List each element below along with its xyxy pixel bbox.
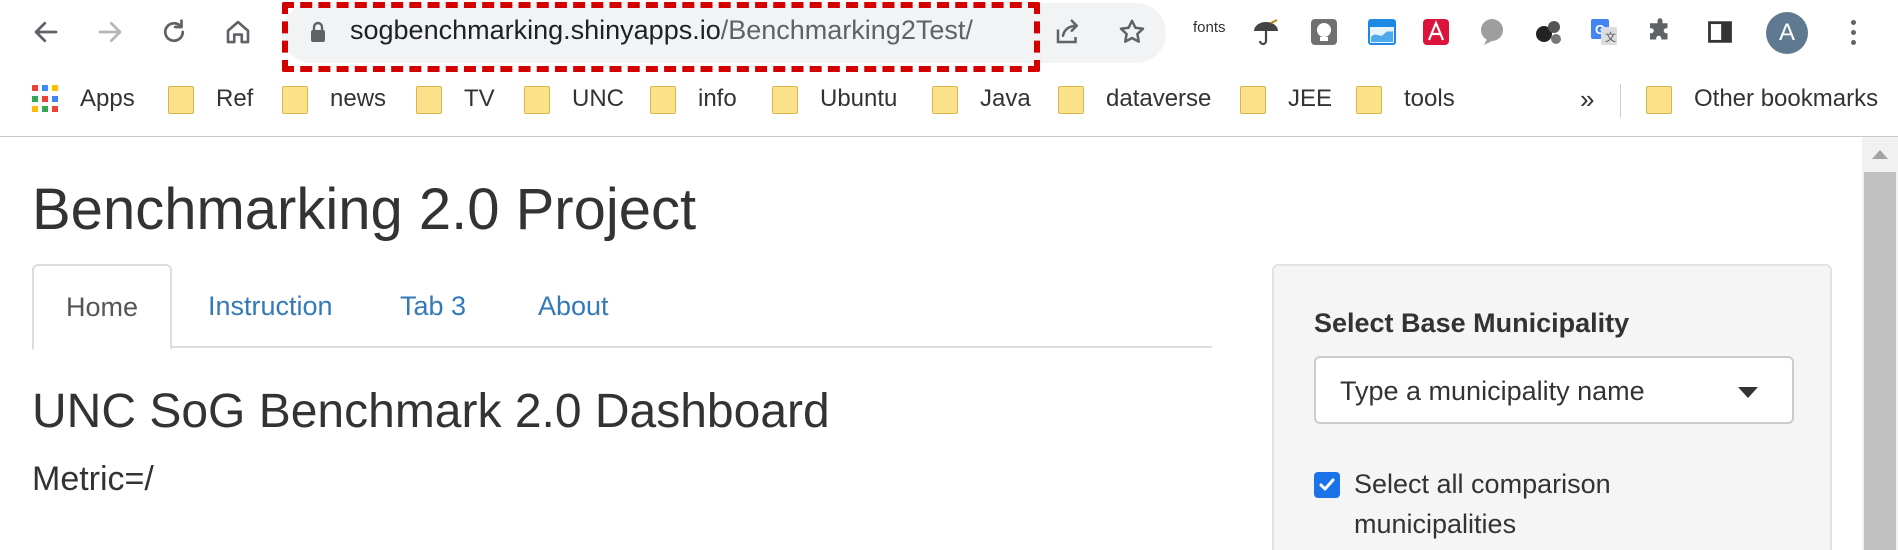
bookmark-star-icon[interactable]: [1114, 14, 1150, 50]
bookmark-label: news: [330, 85, 387, 112]
chrome-divider: [0, 136, 1898, 137]
folder-icon: [772, 86, 798, 114]
folder-icon: [1240, 86, 1266, 114]
bookmark-folder[interactable]: JEE: [1240, 82, 1332, 116]
molecule-extension-icon[interactable]: [1530, 14, 1566, 50]
chevron-down-icon: [1738, 387, 1758, 398]
reload-icon[interactable]: [154, 12, 194, 52]
folder-icon: [1356, 86, 1382, 114]
bookmark-label: Ubuntu: [820, 85, 898, 112]
folder-icon: [650, 86, 676, 114]
bookmark-label: Apps: [80, 85, 135, 112]
bookmark-folder[interactable]: news: [282, 82, 386, 116]
tab-about[interactable]: About: [506, 264, 641, 348]
scrollbar-thumb[interactable]: [1864, 172, 1896, 550]
tab-home[interactable]: Home: [32, 264, 173, 350]
home-icon[interactable]: [218, 12, 258, 52]
bookmark-label: JEE: [1288, 85, 1333, 112]
bookmark-label: UNC: [572, 85, 624, 112]
page-title: Benchmarking 2.0 Project: [32, 177, 697, 242]
annotation-highlight-box: [282, 2, 1040, 72]
back-arrow-icon[interactable]: [26, 12, 66, 52]
bookmark-folder[interactable]: Ref: [168, 82, 253, 116]
select-all-checkbox[interactable]: [1314, 472, 1340, 498]
side-panel-icon[interactable]: [1702, 14, 1738, 50]
more-bookmarks-chevron-icon[interactable]: »: [1580, 84, 1594, 115]
window-extension-icon[interactable]: [1364, 14, 1400, 50]
bookmarks-bar: Apps Ref news TV UNC info Ubuntu Java da…: [0, 74, 1898, 124]
speech-bubble-extension-icon[interactable]: [1474, 14, 1510, 50]
bookmark-label: TV: [464, 85, 495, 112]
bookmark-label: Ref: [216, 85, 254, 112]
bookmark-apps[interactable]: Apps: [32, 82, 135, 116]
bookmark-label: Other bookmarks: [1694, 85, 1879, 112]
bookmark-folder[interactable]: TV: [416, 82, 495, 116]
dashboard-title: UNC SoG Benchmark 2.0 Dashboard: [32, 385, 830, 438]
bulb-extension-icon[interactable]: [1306, 14, 1342, 50]
bookmark-label: dataverse: [1106, 85, 1212, 112]
base-municipality-label: Select Base Municipality: [1314, 308, 1630, 338]
sidebar-panel: Select Base Municipality Type a municipa…: [1272, 264, 1832, 550]
bookmark-folder[interactable]: Java: [932, 82, 1031, 116]
folder-icon: [416, 86, 442, 114]
folder-icon: [282, 86, 308, 114]
bookmarks-separator: [1620, 84, 1621, 118]
municipality-select[interactable]: Type a municipality name: [1314, 356, 1794, 424]
select-placeholder: Type a municipality name: [1340, 376, 1645, 406]
svg-text:文: 文: [1605, 30, 1616, 44]
select-all-label[interactable]: Select all comparison municipalities: [1354, 464, 1754, 544]
folder-icon: [524, 86, 550, 114]
fonts-extension-label[interactable]: fonts: [1193, 19, 1226, 36]
bookmark-folder[interactable]: dataverse: [1058, 82, 1211, 116]
acrobat-extension-icon[interactable]: [1418, 14, 1454, 50]
bookmark-folder[interactable]: tools: [1356, 82, 1455, 116]
bookmark-folder[interactable]: Ubuntu: [772, 82, 897, 116]
browser-toolbar: sogbenchmarking.shinyapps.io/Benchmarkin…: [0, 0, 1898, 72]
share-icon[interactable]: [1050, 14, 1086, 50]
bookmark-other-folder[interactable]: Other bookmarks: [1646, 82, 1878, 116]
bookmark-folder[interactable]: UNC: [524, 82, 624, 116]
bookmark-label: tools: [1404, 85, 1455, 112]
folder-icon: [168, 86, 194, 114]
umbrella-extension-icon[interactable]: [1248, 14, 1284, 50]
browser-menu-icon[interactable]: [1838, 14, 1868, 50]
puzzle-extensions-icon[interactable]: [1642, 14, 1678, 50]
bookmark-label: info: [698, 85, 737, 112]
profile-avatar[interactable]: A: [1766, 12, 1808, 54]
folder-icon: [1058, 86, 1084, 114]
bookmark-label: Java: [980, 85, 1031, 112]
tab-instruction[interactable]: Instruction: [176, 264, 365, 348]
tab-3[interactable]: Tab 3: [368, 264, 498, 348]
tab-bar: Home Instruction Tab 3 About: [32, 264, 1212, 350]
metric-text: Metric=/: [32, 460, 154, 498]
folder-icon: [932, 86, 958, 114]
checkmark-icon: [1319, 478, 1335, 491]
translate-extension-icon[interactable]: G文: [1586, 14, 1622, 50]
folder-icon: [1646, 86, 1672, 114]
apps-grid-icon: [32, 85, 60, 113]
bookmark-folder[interactable]: info: [650, 82, 737, 116]
forward-arrow-icon[interactable]: [90, 12, 130, 52]
scroll-up-arrow-icon[interactable]: [1872, 150, 1888, 159]
